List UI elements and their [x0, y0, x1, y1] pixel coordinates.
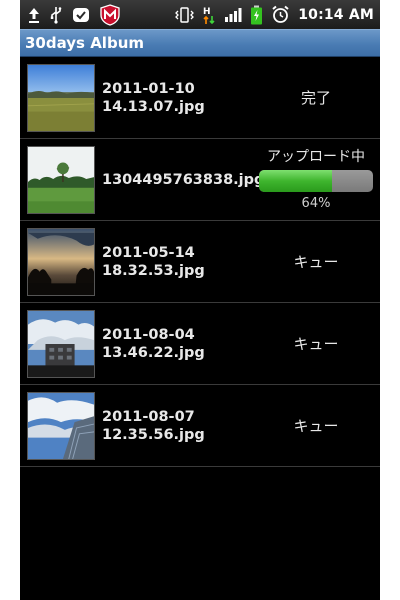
status-uploading: アップロード中: [267, 149, 365, 165]
notification-icon: [72, 7, 90, 23]
phone-screen: H 10:14 AM 30days Album 2011-01-10 14.13…: [20, 0, 380, 600]
photo-thumbnail: [27, 228, 95, 296]
file-name: 2011-08-04 13.46.22.jpg: [102, 326, 205, 361]
list-item[interactable]: 2011-01-10 14.13.07.jpg 完了: [20, 57, 380, 139]
list-item[interactable]: 2011-08-04 13.46.22.jpg キュー: [20, 303, 380, 385]
signal-bars-icon: [224, 7, 242, 23]
battery-charging-icon: [250, 5, 263, 25]
list-item[interactable]: 2011-05-14 18.32.53.jpg キュー: [20, 221, 380, 303]
status-queued: キュー: [293, 335, 339, 353]
progress-percent: 64%: [301, 196, 331, 211]
file-name: 2011-08-07 12.35.56.jpg: [102, 408, 205, 443]
list-item[interactable]: 1304495763838.jpg アップロード中 64%: [20, 139, 380, 221]
upload-arrow-icon: [28, 6, 40, 24]
photo-thumbnail: [27, 310, 95, 378]
photo-thumbnail: [27, 392, 95, 460]
progress-fill: [259, 170, 332, 192]
status-queued: キュー: [293, 417, 339, 435]
status-queued: キュー: [293, 253, 339, 271]
app-title: 30days Album: [25, 34, 144, 52]
status-time: 10:14 AM: [298, 6, 374, 23]
file-name: 2011-01-10 14.13.07.jpg: [102, 80, 205, 115]
vibrate-icon: [174, 6, 195, 24]
upload-progress-bar: [259, 170, 373, 192]
hspa-data-icon: H: [202, 5, 216, 25]
alarm-clock-icon: [271, 5, 290, 24]
status-bar: H 10:14 AM: [20, 0, 380, 29]
file-name: 1304495763838.jpg: [102, 171, 265, 188]
photo-thumbnail: [27, 146, 95, 214]
usb-icon: [49, 6, 63, 24]
upload-progress-panel: アップロード中 64%: [258, 148, 374, 214]
file-name: 2011-05-14 18.32.53.jpg: [102, 244, 205, 279]
mcafee-icon: [99, 3, 121, 26]
photo-thumbnail: [27, 64, 95, 132]
svg-text:H: H: [203, 7, 211, 17]
status-complete: 完了: [300, 89, 331, 107]
list-item[interactable]: 2011-08-07 12.35.56.jpg キュー: [20, 385, 380, 467]
title-bar: 30days Album: [20, 29, 380, 57]
upload-list: 2011-01-10 14.13.07.jpg 完了 1304495763838…: [20, 57, 380, 467]
